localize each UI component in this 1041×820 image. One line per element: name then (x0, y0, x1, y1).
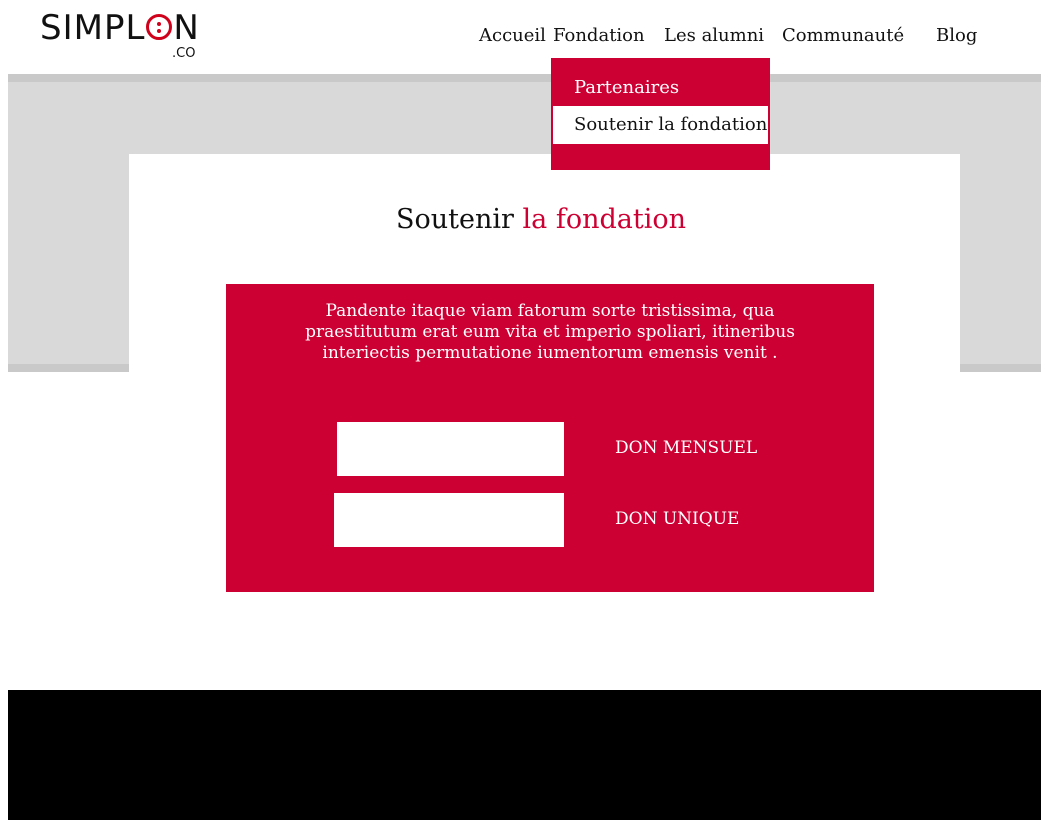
logo-o-icon (146, 13, 173, 40)
donation-description: Pandente itaque viam fatorum sorte trist… (305, 301, 795, 363)
nav-item-fondation[interactable]: Fondation (553, 22, 645, 50)
nav-item-alumni[interactable]: Les alumni (664, 22, 764, 50)
logo-wordmark: SIMPL N (40, 8, 200, 48)
nav-item-accueil[interactable]: Accueil (479, 22, 546, 50)
page-title-accent: la fondation (522, 204, 686, 235)
unique-donation-button[interactable]: DON UNIQUE (615, 509, 739, 529)
page-title-main: Soutenir (396, 204, 514, 235)
page-title: Soutenir la fondation (0, 204, 1041, 235)
nav-item-blog[interactable]: Blog (936, 22, 977, 50)
logo-suffix: .CO (172, 46, 196, 61)
dropdown-item-partenaires[interactable]: Partenaires (551, 72, 770, 104)
dropdown-item-soutenir[interactable]: Soutenir la fondation (553, 106, 768, 144)
fondation-dropdown: Partenaires Soutenir la fondation (551, 58, 770, 170)
donation-box: Pandente itaque viam fatorum sorte trist… (226, 284, 874, 592)
monthly-donation-input[interactable] (337, 422, 564, 476)
logo-text-post: N (173, 8, 200, 48)
logo-text-pre: SIMPL (40, 8, 146, 48)
logo[interactable]: SIMPL N .CO (40, 8, 200, 62)
nav-item-communaute[interactable]: Communauté (782, 22, 904, 50)
unique-donation-input[interactable] (334, 493, 564, 547)
monthly-donation-button[interactable]: DON MENSUEL (615, 438, 757, 458)
footer (8, 690, 1041, 820)
header: SIMPL N .CO Accueil Fondation Les alumni … (0, 0, 1041, 74)
